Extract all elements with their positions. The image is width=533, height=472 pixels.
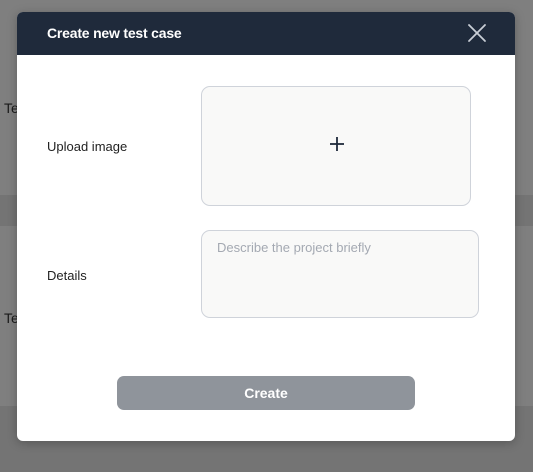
plus-icon — [330, 137, 344, 151]
dialog-header: Create new test case — [17, 12, 515, 55]
details-field[interactable] — [201, 230, 479, 318]
upload-image-label: Upload image — [47, 139, 128, 154]
dialog-title: Create new test case — [47, 25, 182, 41]
close-icon — [468, 24, 486, 42]
create-test-case-dialog: Create new test case Upload image Detail… — [17, 12, 515, 441]
upload-image-dropzone[interactable] — [201, 86, 471, 206]
details-label: Details — [47, 268, 87, 283]
close-button[interactable] — [466, 22, 488, 44]
create-button[interactable]: Create — [117, 376, 415, 410]
